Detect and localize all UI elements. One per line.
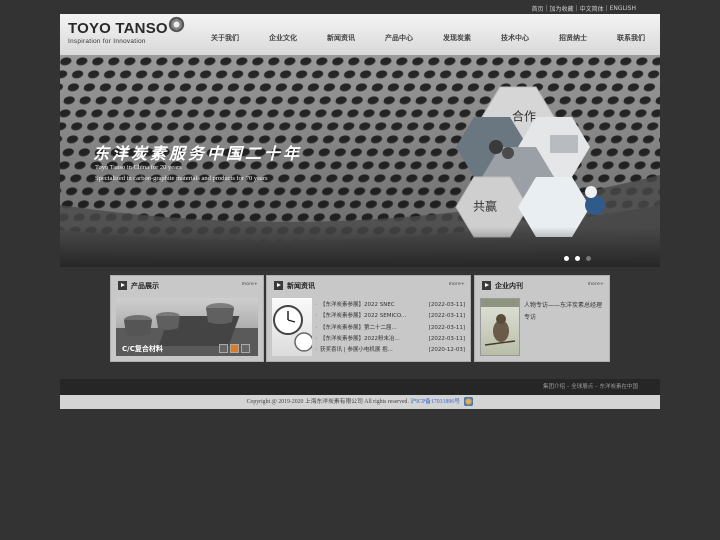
slide-dot-3[interactable]: [586, 256, 591, 261]
nav-discover-carbon[interactable]: 发现炭素: [428, 14, 486, 55]
magazine-panel-body: 人物专访——东洋炭素总经理专访: [480, 298, 604, 356]
news-title: 【东洋炭素参展】2022 SNEC: [316, 300, 395, 311]
magazine-panel-title: 企业内刊: [495, 282, 523, 290]
arrow-right-icon: [482, 281, 491, 290]
nav-technology[interactable]: 技术中心: [486, 14, 544, 55]
slide-dot-2[interactable]: [575, 256, 580, 261]
banner-shade: [60, 227, 660, 267]
products-more-link[interactable]: more+: [242, 282, 258, 287]
logo-tagline: Inspiration for Innovation: [68, 38, 146, 45]
magazine-panel: 企业内刊 more+ 人物专访——东洋炭素总经理专访: [474, 275, 610, 362]
nav-careers[interactable]: 招贤纳士: [544, 14, 602, 55]
news-more-link[interactable]: more+: [449, 282, 465, 287]
news-title: 【东洋炭素参展】2022 SEMICO...: [316, 311, 406, 322]
news-item[interactable]: 【东洋炭素参展】2022 SNEC [2022-03-11]: [316, 300, 465, 311]
icp-link[interactable]: 沪ICP备17031896号: [410, 399, 460, 405]
news-title: 【东洋炭素参展】2022粉末冶...: [316, 334, 400, 345]
site-header: TOYO TANSO Inspiration for Innovation 关于…: [60, 14, 660, 55]
nav-culture[interactable]: 企业文化: [254, 14, 312, 55]
logo-mark-icon: [168, 16, 185, 33]
police-badge-icon[interactable]: [464, 397, 474, 407]
news-date: [2022-03-11]: [428, 324, 465, 331]
product-pager-2[interactable]: [230, 344, 239, 353]
news-date: [2022-03-11]: [428, 302, 465, 308]
hex-cooperation-label: 合作: [512, 109, 536, 124]
products-slideshow[interactable]: C/C复合材料: [116, 298, 258, 356]
products-panel-title: 产品展示: [131, 282, 159, 290]
hex-winwin-label: 共赢: [473, 199, 497, 214]
logo[interactable]: TOYO TANSO Inspiration for Innovation: [68, 20, 168, 45]
footer-nav-bar: 集团介绍 – 全球展点 – 东洋炭素在中国: [60, 379, 660, 395]
news-panel-body: 【东洋炭素参展】2022 SNEC [2022-03-11] 【东洋炭素参展】20…: [272, 298, 465, 356]
magazine-cover[interactable]: [480, 298, 520, 356]
logo-name: TOYO TANSO: [68, 20, 168, 37]
nav-products[interactable]: 产品中心: [370, 14, 428, 55]
chinese-link[interactable]: 中文简体: [578, 4, 606, 13]
news-panel-header: 新闻资讯 more+: [267, 276, 470, 296]
product-caption: C/C复合材料: [122, 345, 163, 353]
top-utility-links: 首页 | 加为收藏 | 中文简体 | ENGLISH: [529, 4, 638, 13]
news-item[interactable]: 【东洋炭素参展】第二十二届... [2022-03-11]: [316, 323, 465, 334]
products-panel-header: 产品展示 more+: [111, 276, 263, 296]
magazine-article-link[interactable]: 人物专访——东洋炭素总经理专访: [524, 300, 604, 324]
clocks-image: [272, 298, 314, 356]
copyright-text: Copyright @ 2019-2020 上海东洋炭素有限公司 All rig…: [246, 399, 409, 405]
news-item[interactable]: 获奖喜讯 | 参展小电机展 抱... [2020-12-03]: [316, 345, 465, 356]
news-date: [2022-03-11]: [428, 313, 465, 320]
news-date: [2020-12-03]: [428, 347, 465, 354]
clock-icon: [273, 305, 314, 352]
products-panel: 产品展示 more+ C/C复合材料: [110, 275, 264, 362]
banner-subtitle-2: Specialized in carbon-graphite materials…: [95, 175, 268, 182]
product-pager-3[interactable]: [241, 344, 250, 353]
news-date: [2022-03-11]: [428, 335, 465, 342]
copyright-bar: Copyright @ 2019-2020 上海东洋炭素有限公司 All rig…: [60, 395, 660, 409]
news-item[interactable]: 【东洋炭素参展】2022粉末冶... [2022-03-11]: [316, 334, 465, 345]
product-image: C/C复合材料: [116, 298, 258, 356]
footer-links[interactable]: 集团介绍 – 全球展点 – 东洋炭素在中国: [543, 379, 638, 395]
news-panel-title: 新闻资讯: [287, 282, 315, 290]
banner-title: 东洋炭素服务中国二十年: [93, 144, 303, 163]
banner-subtitle-1: Toyo Tanso in China for 20 years: [95, 164, 182, 171]
arrow-right-icon: [118, 281, 127, 290]
magazine-more-link[interactable]: more+: [588, 282, 604, 287]
news-list: 【东洋炭素参展】2022 SNEC [2022-03-11] 【东洋炭素参展】20…: [316, 300, 465, 356]
slide-indicators: [564, 256, 591, 261]
hero-banner[interactable]: 合作 共赢 东洋炭素服务中国二十年 Toyo Tanso in China fo…: [60, 55, 660, 267]
magazine-panel-header: 企业内刊 more+: [475, 276, 609, 296]
news-item[interactable]: 【东洋炭素参展】2022 SEMICO... [2022-03-11]: [316, 311, 465, 322]
bookmark-link[interactable]: 加为收藏: [548, 4, 576, 13]
nav-news[interactable]: 新闻资讯: [312, 14, 370, 55]
bird-illustration: [481, 299, 519, 346]
product-pager: [219, 344, 250, 353]
news-title: 【东洋炭素参展】第二十二届...: [316, 323, 397, 334]
product-pager-1[interactable]: [219, 344, 228, 353]
main-nav: 关于我们 企业文化 新闻资讯 产品中心 发现炭素 技术中心 招贤纳士 联系我们: [196, 14, 660, 55]
english-link[interactable]: ENGLISH: [608, 5, 638, 12]
home-link[interactable]: 首页: [529, 4, 545, 13]
news-title: 获奖喜讯 | 参展小电机展 抱...: [316, 345, 393, 356]
news-panel: 新闻资讯 more+ 【东洋炭素参展】2022 SNEC [2022-03-11]…: [266, 275, 471, 362]
nav-about[interactable]: 关于我们: [196, 14, 254, 55]
arrow-right-icon: [274, 281, 283, 290]
slide-dot-1[interactable]: [564, 256, 569, 261]
nav-contact[interactable]: 联系我们: [602, 14, 660, 55]
